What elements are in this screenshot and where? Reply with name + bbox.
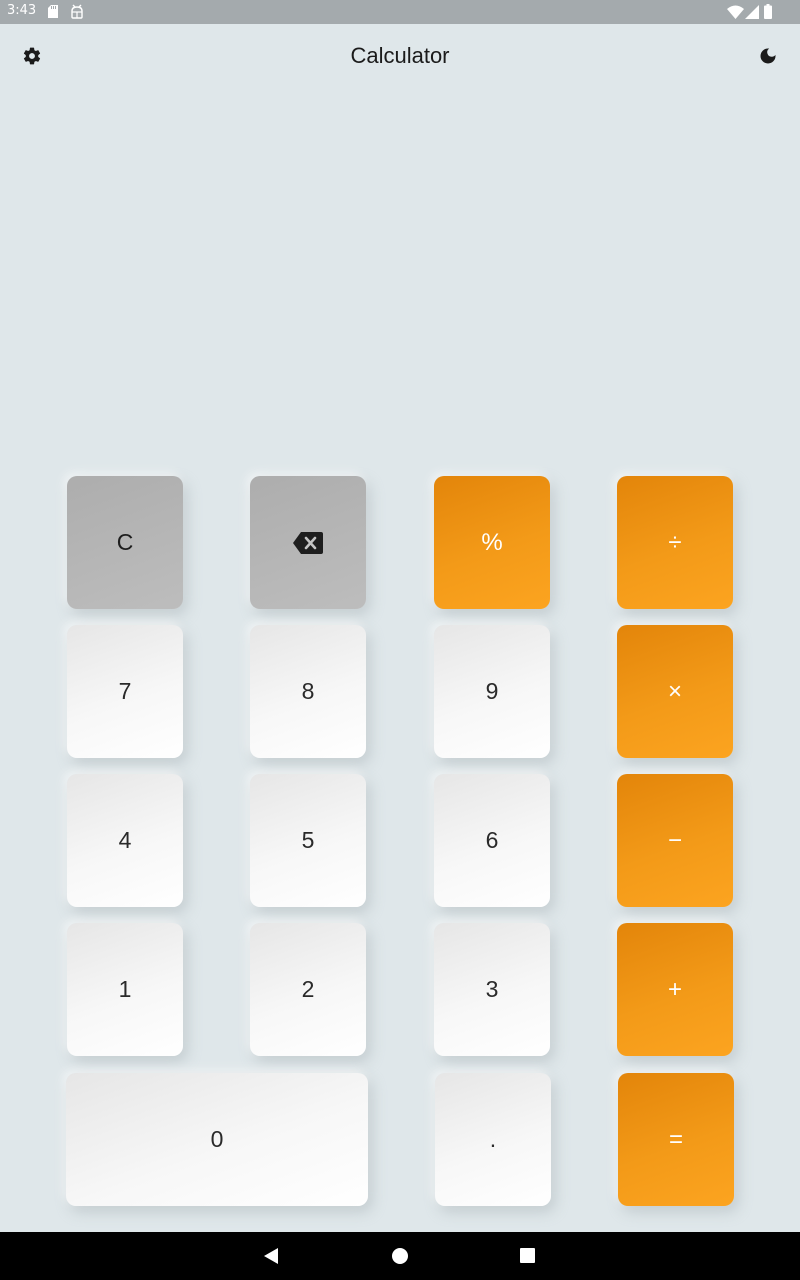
plus-button[interactable]: + [617,923,733,1056]
app-title: Calculator [350,43,450,68]
multiply-button[interactable]: × [617,625,733,758]
percent-button[interactable]: % [434,476,550,609]
dark-mode-toggle[interactable] [752,40,784,72]
signal-icon [745,5,759,19]
divide-button[interactable]: ÷ [617,476,733,609]
digit-2-button[interactable]: 2 [250,923,366,1056]
settings-button[interactable] [16,40,48,72]
decimal-button[interactable]: . [435,1073,551,1206]
sd-card-icon [48,5,58,18]
wifi-icon [727,5,744,19]
minus-button[interactable]: − [617,774,733,907]
status-time: 3:43 [7,3,37,18]
back-icon[interactable] [262,1247,280,1265]
digit-3-button[interactable]: 3 [434,923,550,1056]
clear-button[interactable]: C [67,476,183,609]
recents-icon[interactable] [520,1248,535,1263]
digit-9-button[interactable]: 9 [434,625,550,758]
moon-icon [760,48,776,64]
backspace-button[interactable] [250,476,366,609]
navigation-bar [0,1232,800,1280]
digit-8-button[interactable]: 8 [250,625,366,758]
battery-icon [764,4,772,19]
app-bar: Calculator [0,24,800,88]
digit-1-button[interactable]: 1 [67,923,183,1056]
digit-4-button[interactable]: 4 [67,774,183,907]
digit-0-button[interactable]: 0 [66,1073,368,1206]
status-bar: 3:43 [0,0,800,24]
home-icon[interactable] [392,1248,408,1264]
equals-button[interactable]: = [618,1073,734,1206]
digit-6-button[interactable]: 6 [434,774,550,907]
usb-debug-icon [71,4,83,19]
digit-5-button[interactable]: 5 [250,774,366,907]
digit-7-button[interactable]: 7 [67,625,183,758]
display-area [0,88,800,460]
gear-icon [23,47,41,65]
backspace-icon [293,531,323,554]
